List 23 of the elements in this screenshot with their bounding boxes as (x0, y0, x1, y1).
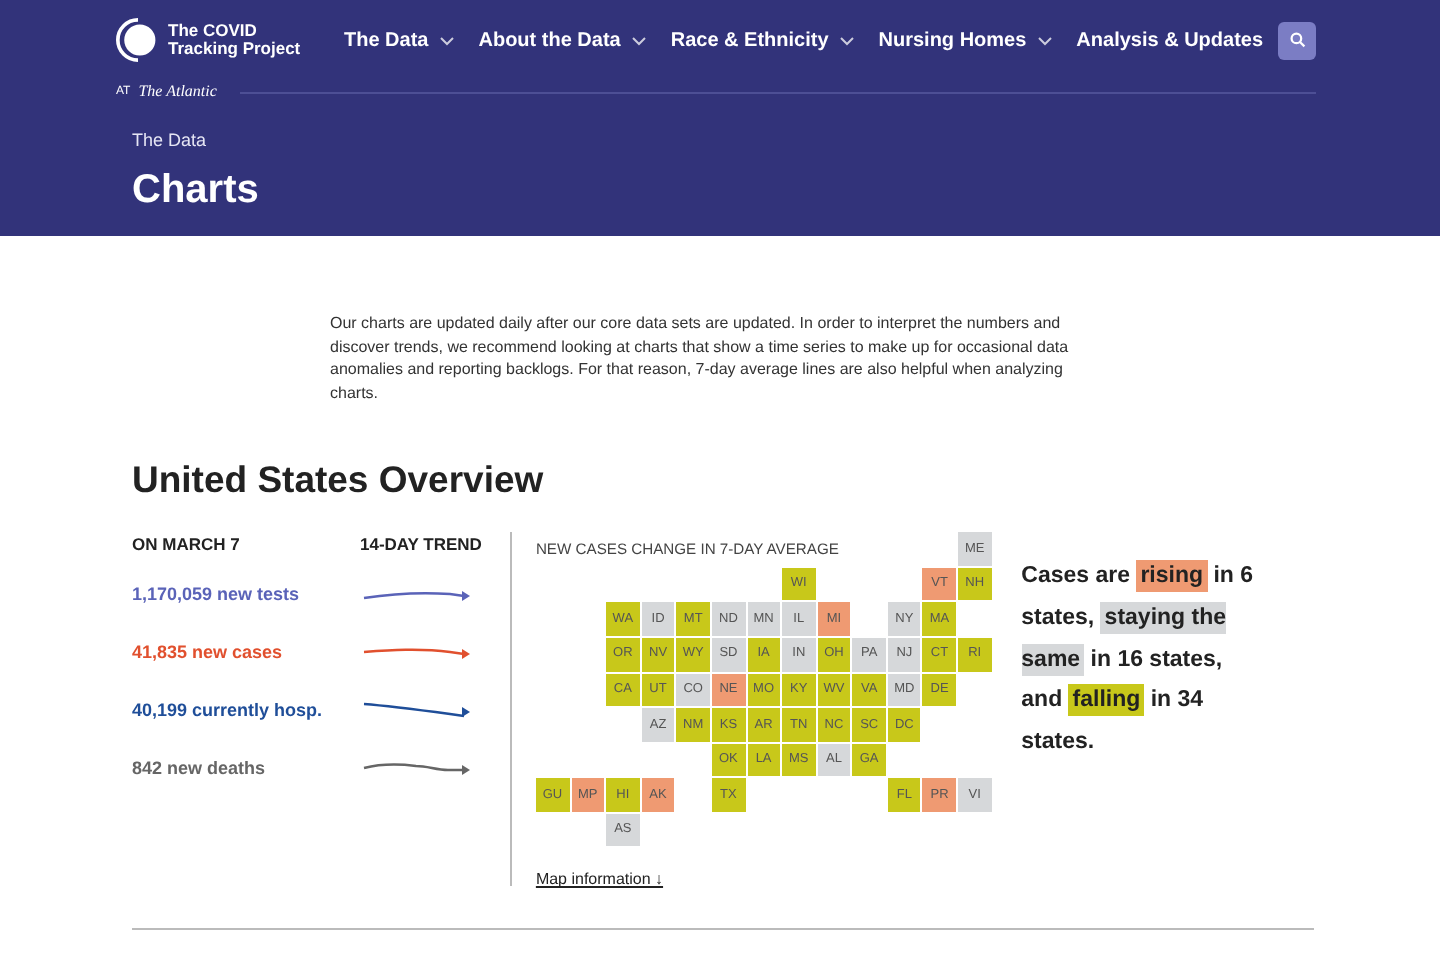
nav-link[interactable]: The Data (344, 25, 455, 55)
nav-link[interactable]: Nursing Homes (878, 25, 1053, 55)
intro-paragraph: Our charts are updated daily after our core data sets are updated. In order to interpret the numbers and discover trends, we recommend looking at charts that show a time series to make up for occasional data anomalies and reporting backlogs. For that reason, 7-day average lines are also helpful when analyzing charts. (330, 312, 1071, 405)
column-heading: ON MARCH 7 (132, 532, 242, 558)
column-heading: 14-DAY TREND (360, 532, 482, 558)
search-icon (1289, 32, 1305, 48)
nav-link[interactable]: Race & Ethnicity (670, 25, 855, 55)
metric-text: 1,170,059 new tests (132, 581, 302, 608)
metric-text: 842 new deaths (132, 755, 268, 782)
nav-link[interactable]: About the Data (478, 25, 647, 55)
logo-icon[interactable] (116, 18, 160, 62)
trend-sparkline (360, 698, 472, 723)
metric-text: 40,199 currently hosp. (132, 697, 325, 724)
search-button[interactable] (1278, 21, 1316, 59)
map-information-link[interactable]: Map information ↓ (535, 868, 664, 893)
breadcrumb[interactable]: The Data (132, 128, 1316, 155)
summary-text: Cases are rising in 6 states, staying the same in 16 states, and falling in 34 states. (1021, 558, 1256, 758)
nav-link[interactable]: Analysis & Updates (1076, 25, 1264, 55)
section-title: United States Overview (132, 456, 546, 505)
metric-text: 41,835 new cases (132, 639, 285, 666)
page-title: Charts (132, 165, 261, 215)
partner-name[interactable]: The Atlantic (138, 80, 217, 104)
brand-name[interactable]: The COVID Tracking Project (168, 22, 312, 58)
